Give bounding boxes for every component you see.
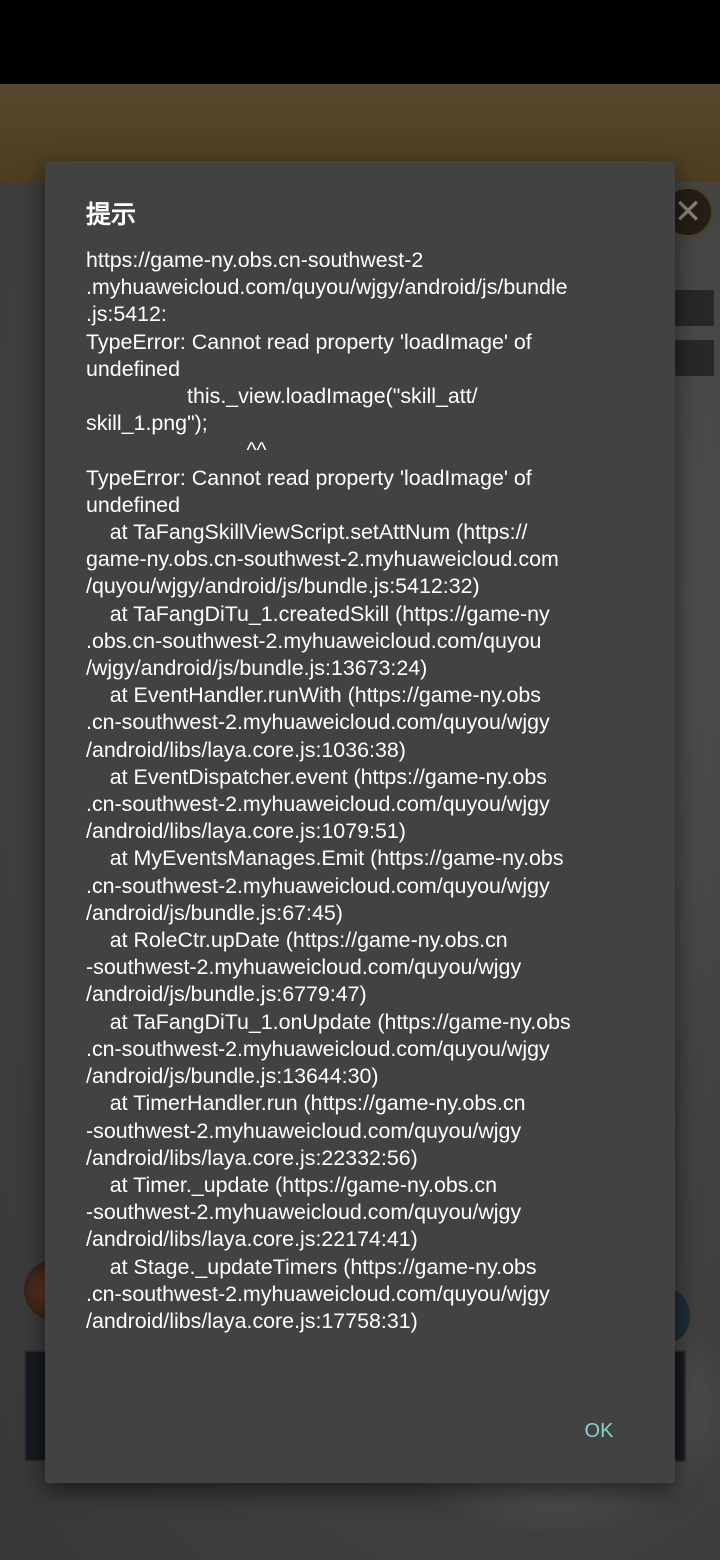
message-line: /android/libs/laya.core.js:1079:51)	[86, 819, 406, 844]
message-line: /android/js/bundle.js:13644:30)	[86, 1064, 379, 1089]
message-line: at Timer._update (https://game-ny.obs.cn	[86, 1172, 497, 1197]
message-line: .cn-southwest-2.myhuaweicloud.com/quyou/…	[86, 1281, 550, 1306]
message-line: /android/libs/laya.core.js:22332:56)	[86, 1145, 418, 1170]
message-line: TypeError: Cannot read property 'loadIma…	[86, 329, 532, 354]
message-line: .obs.cn-southwest-2.myhuaweicloud.com/qu…	[86, 628, 542, 653]
message-line: game-ny.obs.cn-southwest-2.myhuaweicloud…	[86, 547, 559, 572]
message-line: at TaFangSkillViewScript.setAttNum (http…	[86, 520, 528, 545]
message-line: at EventDispatcher.event (https://game-n…	[86, 764, 547, 789]
message-line: this._view.loadImage("skill_att/	[86, 384, 478, 409]
message-line: -southwest-2.myhuaweicloud.com/quyou/wjg…	[86, 955, 522, 980]
message-line: .cn-southwest-2.myhuaweicloud.com/quyou/…	[86, 1036, 550, 1061]
message-line: /android/libs/laya.core.js:22174:41)	[86, 1227, 418, 1252]
message-line: .cn-southwest-2.myhuaweicloud.com/quyou/…	[86, 873, 550, 898]
message-line: undefined	[86, 356, 180, 381]
message-line: at RoleCtr.upDate (https://game-ny.obs.c…	[86, 928, 508, 953]
message-line: /android/libs/laya.core.js:17758:31)	[86, 1308, 418, 1333]
message-line: at Stage._updateTimers (https://game-ny.…	[86, 1254, 537, 1279]
error-alert-dialog: 提示 https://game-ny.obs.cn-southwest-2 .m…	[45, 161, 675, 1483]
message-line: .cn-southwest-2.myhuaweicloud.com/quyou/…	[86, 792, 550, 817]
ok-button[interactable]: OK	[571, 1411, 627, 1451]
message-line: /quyou/wjgy/android/js/bundle.js:5412:32…	[86, 574, 480, 599]
message-line: at TaFangDiTu_1.onUpdate (https://game-n…	[86, 1009, 571, 1034]
dialog-message: https://game-ny.obs.cn-southwest-2 .myhu…	[86, 247, 636, 1335]
message-line: skill_1.png");	[86, 411, 208, 436]
message-line: ^^	[86, 438, 267, 463]
status-bar	[0, 0, 720, 84]
message-line: .myhuaweicloud.com/quyou/wjgy/android/js…	[86, 275, 568, 300]
message-line: at MyEventsManages.Emit (https://game-ny…	[86, 846, 564, 871]
message-line: undefined	[86, 492, 180, 517]
message-line: /android/libs/laya.core.js:1036:38)	[86, 737, 406, 762]
message-line: at TaFangDiTu_1.createdSkill (https://ga…	[86, 601, 550, 626]
message-line: https://game-ny.obs.cn-southwest-2	[86, 248, 424, 272]
message-line: TypeError: Cannot read property 'loadIma…	[86, 465, 532, 490]
message-line: .js:5412:	[86, 302, 167, 327]
message-line: /android/js/bundle.js:6779:47)	[86, 982, 367, 1007]
message-line: /wjgy/android/js/bundle.js:13673:24)	[86, 656, 428, 681]
message-line: at EventHandler.runWith (https://game-ny…	[86, 683, 541, 708]
message-line: .cn-southwest-2.myhuaweicloud.com/quyou/…	[86, 710, 550, 735]
message-line: -southwest-2.myhuaweicloud.com/quyou/wjg…	[86, 1118, 522, 1143]
dialog-title: 提示	[86, 201, 137, 229]
message-line: -southwest-2.myhuaweicloud.com/quyou/wjg…	[86, 1200, 522, 1225]
message-line: at TimerHandler.run (https://game-ny.obs…	[86, 1091, 526, 1116]
message-line: /android/js/bundle.js:67:45)	[86, 900, 343, 925]
